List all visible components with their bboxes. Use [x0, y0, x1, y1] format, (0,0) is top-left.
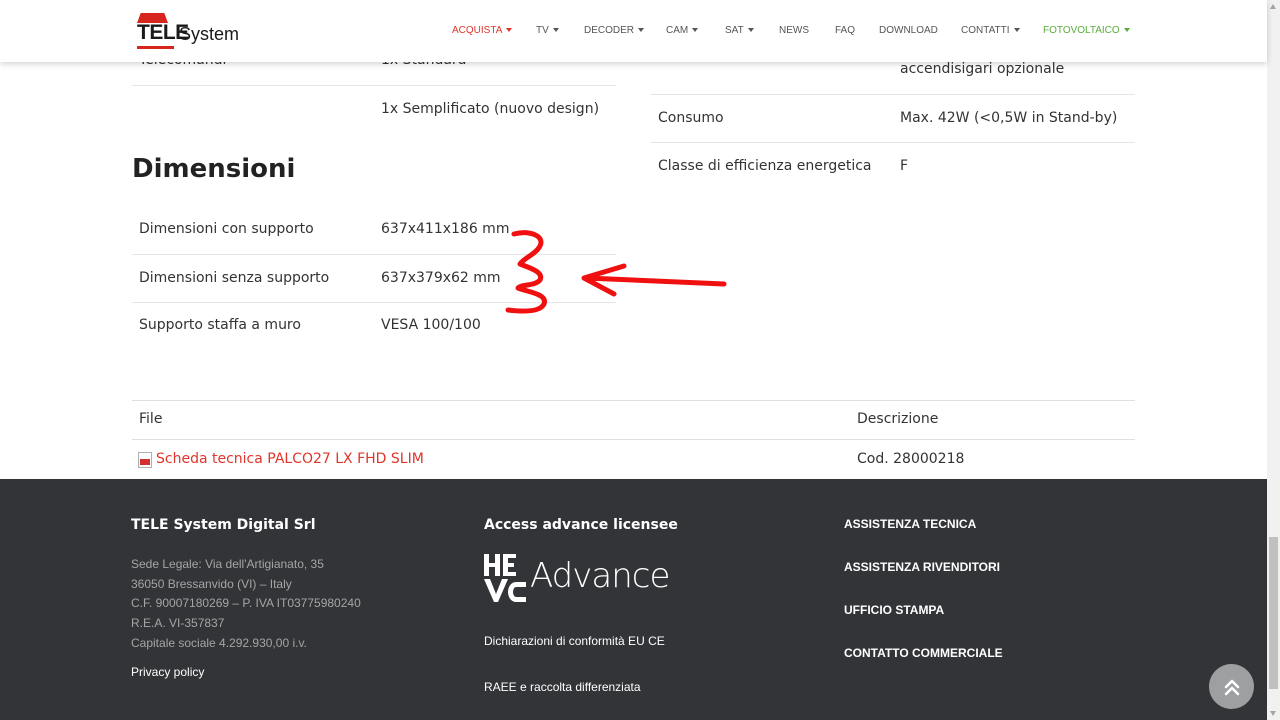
- footer-licensee-title: Access advance licensee: [484, 517, 678, 533]
- caret-down-icon: [1123, 28, 1130, 33]
- table-row: Classe di efficienza energetica F: [651, 142, 1135, 190]
- nav-contatti-label: CONTATTI: [961, 25, 1010, 36]
- spec-label: Dimensioni senza supporto: [139, 270, 330, 286]
- dimensions-heading: Dimensioni: [132, 154, 296, 184]
- spec-label: Dimensioni con supporto: [139, 221, 314, 237]
- hevc-advance-logo[interactable]: Advance: [484, 552, 674, 604]
- caret-down-icon: [1013, 28, 1020, 33]
- technical-support-link[interactable]: ASSISTENZA TECNICA: [844, 517, 976, 531]
- table-row: Dimensioni senza supporto 637x379x62 mm: [132, 254, 616, 302]
- nav-cam[interactable]: CAM: [666, 25, 699, 36]
- nav-sat[interactable]: SAT: [725, 25, 754, 36]
- spec-value: VESA 100/100: [381, 317, 481, 333]
- datasheet-code: Cod. 28000218: [857, 451, 965, 467]
- caret-down-icon: [692, 28, 699, 33]
- scroll-down-arrow-icon[interactable]: [1270, 711, 1276, 716]
- spec-value: accendisigari opzionale: [900, 61, 1065, 77]
- scroll-up-arrow-icon[interactable]: [1270, 4, 1276, 9]
- nav-news-label: NEWS: [779, 25, 809, 36]
- table-border-mid: [132, 439, 1135, 440]
- address-line: C.F. 90007180269 – P. IVA IT03775980240: [131, 596, 361, 610]
- nav-decoder-label: DECODER: [584, 25, 635, 36]
- table-row: Dimensioni con supporto 637x411x186 mm: [132, 206, 616, 254]
- footer-company-title: TELE System Digital Srl: [131, 517, 316, 533]
- address-line: R.E.A. VI-357837: [131, 616, 225, 630]
- table-row: Supporto staffa a muro VESA 100/100: [132, 302, 616, 350]
- description-column-header: Descrizione: [857, 411, 939, 427]
- logo-system-text: System: [179, 24, 240, 44]
- file-column-header: File: [139, 411, 163, 427]
- eu-conformity-link[interactable]: Dichiarazioni di conformità EU CE: [484, 634, 665, 648]
- spec-label: Classe di efficienza energetica: [658, 158, 872, 174]
- spec-value: Max. 42W (<0,5W in Stand-by): [900, 110, 1118, 126]
- table-row: Consumo Max. 42W (<0,5W in Stand-by): [651, 94, 1135, 142]
- nav-download-label: DOWNLOAD: [879, 25, 938, 36]
- caret-down-icon: [506, 28, 513, 33]
- nav-fotovoltaico[interactable]: FOTOVOLTAICO: [1043, 25, 1130, 36]
- nav-download[interactable]: DOWNLOAD: [879, 25, 938, 36]
- advance-logo-text: Advance: [530, 556, 670, 596]
- pdf-file-icon: [138, 452, 152, 468]
- nav-tv-label: TV: [536, 25, 549, 36]
- nav-news[interactable]: NEWS: [779, 25, 809, 36]
- caret-down-icon: [638, 28, 645, 33]
- nav-faq[interactable]: FAQ: [835, 25, 855, 36]
- privacy-policy-link[interactable]: Privacy policy: [131, 665, 204, 679]
- nav-acquista-label: ACQUISTA: [452, 25, 503, 36]
- nav-cam-label: CAM: [666, 25, 689, 36]
- address-line: Sede Legale: Via dell'Artigianato, 35: [131, 557, 324, 571]
- tele-system-logo[interactable]: TELE System: [137, 13, 239, 49]
- nav-tv[interactable]: TV: [536, 25, 559, 36]
- back-to-top-button[interactable]: [1209, 664, 1254, 709]
- table-row: 1x Semplificato (nuovo design): [132, 85, 616, 133]
- table-border-top: [132, 400, 1135, 401]
- site-header: TELE System ACQUISTA TV DECODER CAM SAT …: [0, 0, 1267, 62]
- spec-label: Consumo: [658, 110, 724, 126]
- caret-down-icon: [552, 28, 559, 33]
- nav-faq-label: FAQ: [835, 25, 856, 36]
- vertical-scrollbar[interactable]: [1267, 0, 1280, 720]
- nav-contatti[interactable]: CONTATTI: [961, 25, 1020, 36]
- press-office-link[interactable]: UFFICIO STAMPA: [844, 603, 944, 617]
- reseller-support-link[interactable]: ASSISTENZA RIVENDITORI: [844, 560, 1000, 574]
- spec-value: F: [900, 158, 909, 174]
- raee-link[interactable]: RAEE e raccolta differenziata: [484, 680, 641, 694]
- address-line: Capitale sociale 4.292.930,00 i.v.: [131, 636, 307, 650]
- chevron-double-up-icon: [1224, 679, 1239, 695]
- caret-down-icon: [747, 28, 754, 33]
- nav-sat-label: SAT: [725, 25, 744, 36]
- logo-underline: [137, 46, 174, 49]
- spec-value: 1x Semplificato (nuovo design): [381, 101, 600, 117]
- datasheet-download-link[interactable]: Scheda tecnica PALCO27 LX FHD SLIM: [156, 451, 424, 467]
- spec-value: 637x411x186 mm: [381, 221, 510, 237]
- nav-decoder[interactable]: DECODER: [584, 25, 645, 36]
- nav-acquista[interactable]: ACQUISTA: [452, 25, 513, 36]
- scrollbar-thumb[interactable]: [1269, 537, 1278, 689]
- nav-fotovoltaico-label: FOTOVOLTAICO: [1043, 25, 1120, 36]
- spec-label: Supporto staffa a muro: [139, 317, 301, 333]
- spec-value: 637x379x62 mm: [381, 270, 501, 286]
- address-line: 36050 Bressanvido (VI) – Italy: [131, 577, 292, 591]
- commercial-contact-link[interactable]: CONTATTO COMMERCIALE: [844, 646, 1003, 660]
